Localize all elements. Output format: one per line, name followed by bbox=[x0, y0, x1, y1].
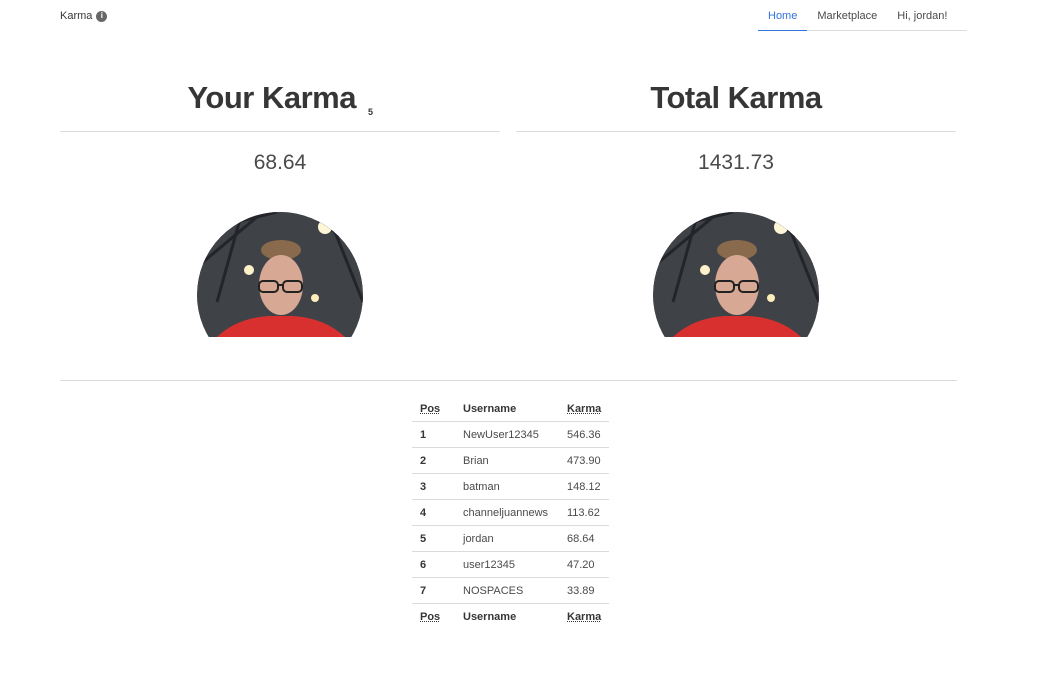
total-karma-panel: Total Karma 1431.73 bbox=[516, 78, 956, 337]
brand[interactable]: Karma i bbox=[60, 10, 108, 22]
row-karma: 148.12 bbox=[559, 473, 610, 500]
total-karma-value: 1431.73 bbox=[698, 151, 774, 174]
top-nav: Home Marketplace Hi, jordan! bbox=[758, 4, 967, 31]
table-row: 2 Brian 473.90 bbox=[412, 447, 610, 474]
total-karma-title: Total Karma bbox=[650, 80, 822, 115]
table-row: 1 NewUser12345 546.36 bbox=[412, 421, 610, 448]
row-username: batman bbox=[455, 473, 559, 500]
row-pos: 7 bbox=[412, 577, 455, 604]
profile-photo bbox=[653, 212, 819, 337]
nav-home[interactable]: Home bbox=[758, 4, 808, 31]
table-footer-row: Pos Username Karma bbox=[412, 603, 610, 629]
row-pos: 3 bbox=[412, 473, 455, 500]
row-pos: 6 bbox=[412, 551, 455, 578]
your-karma-title-text: Your Karma bbox=[187, 80, 357, 115]
nav-user-greeting[interactable]: Hi, jordan! bbox=[887, 4, 957, 30]
divider bbox=[60, 131, 500, 132]
table-row: 6 user12345 47.20 bbox=[412, 551, 610, 578]
leaderboard-table: Pos Username Karma 1 NewUser12345 546.36… bbox=[412, 396, 610, 629]
row-username: NOSPACES bbox=[455, 577, 559, 604]
your-karma-panel: Your Karma 5 68.64 bbox=[60, 78, 500, 337]
row-pos: 4 bbox=[412, 499, 455, 526]
row-pos: 2 bbox=[412, 447, 455, 474]
pos-abbr: Pos bbox=[420, 610, 441, 623]
pos-abbr: Pos bbox=[420, 402, 441, 415]
table-row: 3 batman 148.12 bbox=[412, 473, 610, 500]
table-row: 7 NOSPACES 33.89 bbox=[412, 577, 610, 604]
your-karma-value: 68.64 bbox=[253, 151, 307, 174]
column-header-pos: Pos bbox=[412, 396, 455, 422]
column-header-username: Username bbox=[455, 396, 559, 422]
your-rank-badge: 5 bbox=[367, 107, 373, 117]
table-row: 5 jordan 68.64 bbox=[412, 525, 610, 552]
row-username: NewUser12345 bbox=[455, 421, 559, 448]
row-username: channeljuannews bbox=[455, 499, 559, 526]
profile-photo bbox=[197, 212, 363, 337]
row-username: user12345 bbox=[455, 551, 559, 578]
row-karma: 47.20 bbox=[559, 551, 610, 578]
row-pos: 5 bbox=[412, 525, 455, 552]
table-row: 4 channeljuannews 113.62 bbox=[412, 499, 610, 526]
your-karma-title: Your Karma 5 bbox=[60, 78, 500, 118]
avatar bbox=[653, 212, 819, 337]
table-header-row: Pos Username Karma bbox=[412, 396, 610, 422]
section-divider bbox=[60, 380, 957, 381]
brand-label: Karma bbox=[60, 10, 93, 22]
column-footer-pos: Pos bbox=[412, 603, 455, 629]
column-footer-username: Username bbox=[455, 603, 559, 629]
column-footer-karma: Karma bbox=[559, 603, 610, 629]
karma-abbr: Karma bbox=[567, 610, 602, 623]
row-karma: 113.62 bbox=[559, 499, 610, 526]
row-karma: 546.36 bbox=[559, 421, 610, 448]
info-circle-icon: i bbox=[96, 10, 108, 22]
karma-abbr: Karma bbox=[567, 402, 602, 415]
row-karma: 68.64 bbox=[559, 525, 610, 552]
row-pos: 1 bbox=[412, 421, 455, 448]
page: Karma i Home Marketplace Hi, jordan! You… bbox=[0, 0, 1055, 693]
nav-marketplace[interactable]: Marketplace bbox=[807, 4, 887, 30]
row-karma: 473.90 bbox=[559, 447, 610, 474]
row-username: Brian bbox=[455, 447, 559, 474]
avatar bbox=[197, 212, 363, 337]
divider bbox=[516, 131, 956, 132]
row-username: jordan bbox=[455, 525, 559, 552]
row-karma: 33.89 bbox=[559, 577, 610, 604]
column-header-karma: Karma bbox=[559, 396, 610, 422]
